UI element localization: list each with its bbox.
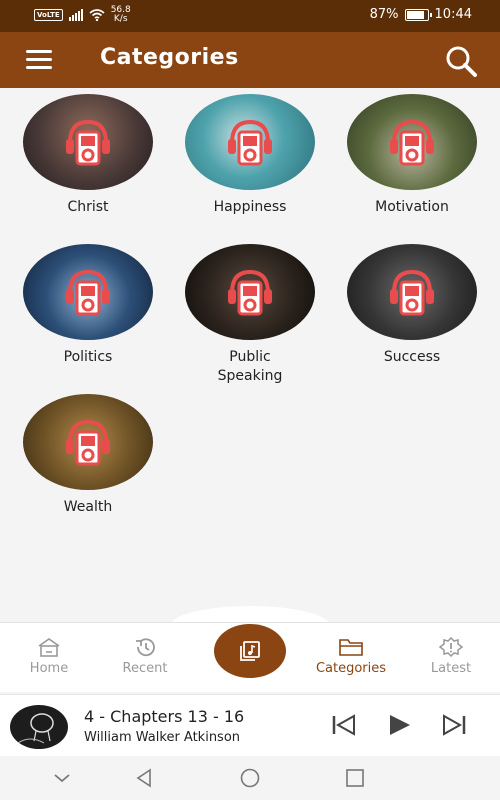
- history-icon: [136, 638, 155, 657]
- track-title: 4 - Chapters 13 - 16: [84, 707, 245, 726]
- track-author: William Walker Atkinson: [84, 730, 241, 745]
- library-music-button[interactable]: [214, 624, 286, 678]
- nav-categories-label: Categories: [315, 661, 387, 676]
- nav-categories[interactable]: Categories: [306, 637, 396, 676]
- battery-percent: 87%: [369, 7, 399, 22]
- home-icon: [38, 638, 60, 657]
- clock: 10:44: [434, 7, 472, 22]
- battery-icon: [404, 8, 432, 21]
- menu-icon[interactable]: [26, 50, 52, 70]
- nav-recent[interactable]: Recent: [100, 637, 190, 676]
- back-icon[interactable]: [134, 768, 154, 788]
- app-bar: Categories: [0, 32, 500, 88]
- category-thumbnail: [347, 94, 477, 190]
- volte-indicator: VoLTE: [34, 9, 63, 21]
- folder-icon: [339, 639, 363, 656]
- category-politics[interactable]: Politics: [18, 244, 158, 367]
- nav-recent-label: Recent: [122, 661, 168, 676]
- nav-home-label: Home: [29, 661, 69, 676]
- headphone-player-icon: [66, 119, 110, 166]
- category-thumbnail: [185, 94, 315, 190]
- category-label: Politics: [63, 349, 113, 365]
- category-thumbnail: [185, 244, 315, 340]
- page-title: Categories: [100, 45, 239, 70]
- category-label: Public Speaking: [217, 349, 283, 384]
- previous-icon[interactable]: [330, 713, 358, 737]
- status-bar: VoLTE 56.8 K/s 87% 10:44: [0, 0, 500, 32]
- category-public-speaking[interactable]: Public Speaking: [180, 244, 320, 386]
- new-badge-icon: [438, 637, 464, 657]
- signal-icon: [68, 9, 83, 21]
- network-speed: 56.8 K/s: [110, 5, 131, 24]
- headphone-player-icon: [390, 119, 434, 166]
- category-thumbnail: [23, 94, 153, 190]
- category-motivation[interactable]: Motivation: [342, 94, 482, 217]
- category-label: Success: [383, 349, 441, 365]
- category-label: Christ: [67, 199, 109, 215]
- category-label: Motivation: [375, 199, 449, 215]
- nav-home[interactable]: Home: [4, 637, 94, 676]
- system-nav-bar: [0, 756, 500, 800]
- headphone-player-icon: [66, 269, 110, 316]
- library-music-icon: [240, 641, 260, 661]
- category-success[interactable]: Success: [342, 244, 482, 367]
- headphone-player-icon: [228, 269, 272, 316]
- headphone-player-icon: [228, 119, 272, 166]
- chevron-down-icon[interactable]: [52, 768, 72, 788]
- recents-icon[interactable]: [345, 768, 365, 788]
- album-art: [10, 705, 68, 749]
- headphone-player-icon: [66, 419, 110, 466]
- category-label: Wealth: [63, 499, 113, 515]
- category-thumbnail: [23, 244, 153, 340]
- category-thumbnail: [23, 394, 153, 490]
- category-wealth[interactable]: Wealth: [18, 394, 158, 517]
- headphone-player-icon: [390, 269, 434, 316]
- search-icon[interactable]: [444, 44, 478, 78]
- next-icon[interactable]: [440, 713, 468, 737]
- category-thumbnail: [347, 244, 477, 340]
- category-label: Happiness: [213, 199, 287, 215]
- nav-latest-label: Latest: [430, 661, 472, 676]
- mini-player[interactable]: 4 - Chapters 13 - 16 William Walker Atki…: [0, 694, 500, 756]
- home-button-icon[interactable]: [239, 768, 261, 788]
- category-happiness[interactable]: Happiness: [180, 94, 320, 217]
- play-icon[interactable]: [386, 713, 412, 737]
- nav-latest[interactable]: Latest: [406, 637, 496, 676]
- category-christ[interactable]: Christ: [18, 94, 158, 217]
- wifi-icon: [89, 9, 105, 21]
